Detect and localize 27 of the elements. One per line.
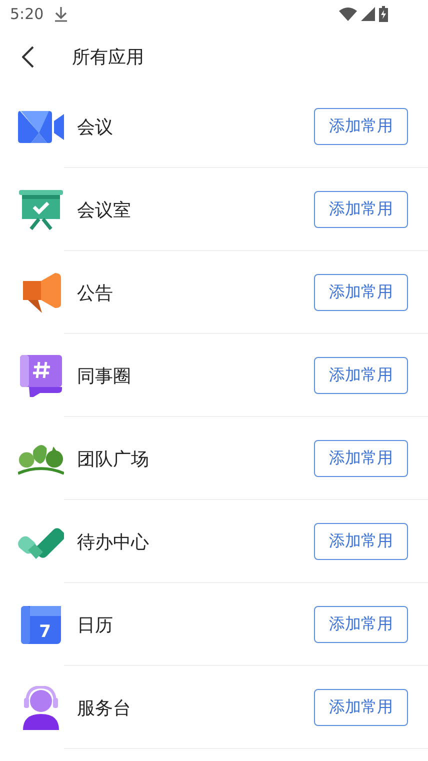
status-time: 5:20 [10,5,44,23]
battery-icon [379,6,388,22]
video-camera-icon [18,108,64,144]
add-favorite-button[interactable]: 添加常用 [314,523,408,560]
add-favorite-button[interactable]: 添加常用 [314,440,408,477]
signal-icon [361,7,375,21]
hashtag-chat-icon [20,354,62,396]
megaphone-icon [21,272,61,312]
calendar-date-text: 7 [39,622,51,642]
app-name: 待办中心 [77,530,150,554]
app-name: 日历 [77,614,114,636]
page-title: 所有应用 [72,46,144,68]
app-name: 会议室 [77,198,132,222]
app-name: 公告 [77,282,114,304]
add-favorite-button[interactable]: 添加常用 [314,689,408,726]
presentation-board-icon [19,190,63,230]
app-name: 服务台 [77,696,132,720]
app-name: 团队广场 [77,448,150,470]
download-icon [54,6,68,22]
add-favorite-button[interactable]: 添加常用 [314,191,408,228]
add-favorite-button[interactable]: 添加常用 [314,606,408,643]
app-name: 会议 [77,116,114,138]
wifi-icon [339,7,357,21]
add-favorite-button[interactable]: 添加常用 [314,357,408,394]
app-name: 同事圈 [77,364,132,388]
add-favorite-button[interactable]: 添加常用 [314,274,408,311]
add-favorite-button[interactable]: 添加常用 [314,108,408,145]
